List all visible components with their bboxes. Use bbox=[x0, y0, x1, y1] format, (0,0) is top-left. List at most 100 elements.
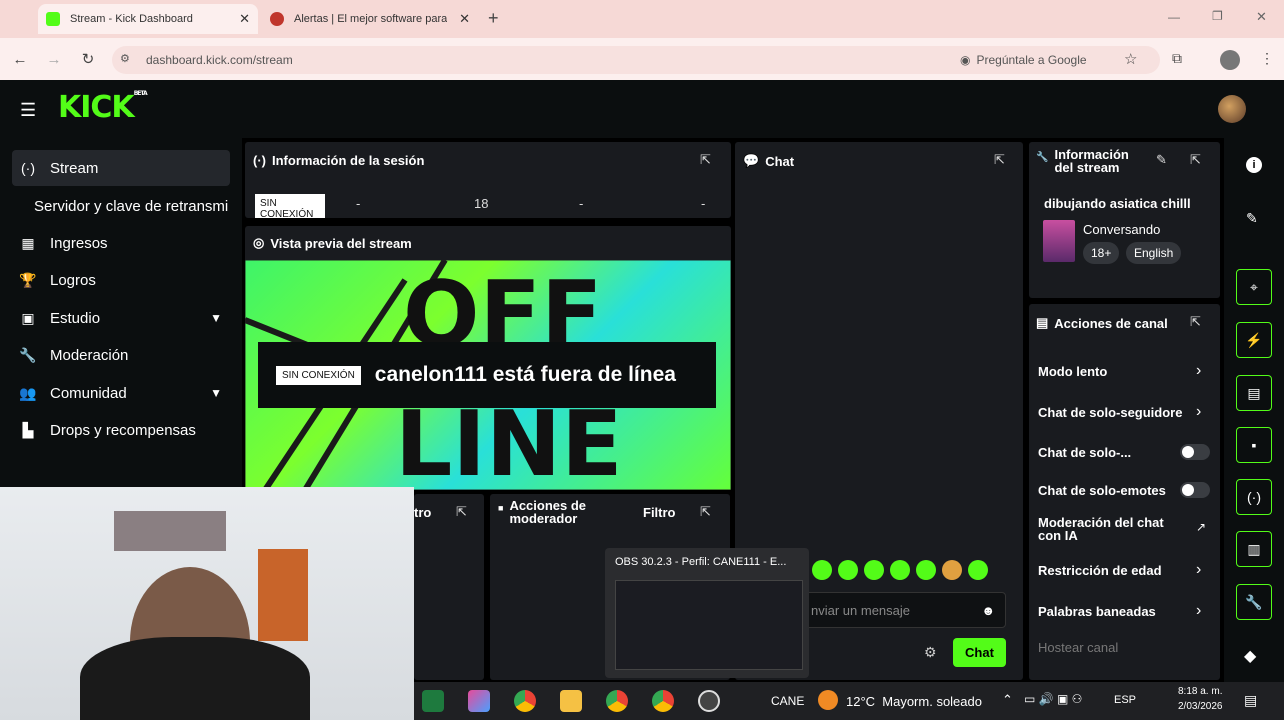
shapes-icon[interactable]: ◆ bbox=[1244, 646, 1256, 666]
popout-icon[interactable]: ⇱ bbox=[994, 152, 1005, 168]
stream-info-header: 🔧 Información del stream bbox=[1036, 147, 1129, 175]
emote-icon[interactable] bbox=[890, 560, 910, 580]
sidebar-item-drops[interactable]: ▙ Drops y recompensas bbox=[12, 412, 230, 448]
chevron-right-icon[interactable]: › bbox=[1196, 362, 1201, 380]
taskbar-user-label[interactable]: CANE bbox=[771, 694, 804, 708]
emote-icon[interactable] bbox=[968, 560, 988, 580]
lower-left-panel bbox=[414, 494, 484, 680]
emote-icon[interactable] bbox=[812, 560, 832, 580]
lightning-icon[interactable]: ⚡ bbox=[1236, 322, 1272, 358]
popout-icon[interactable]: ⇱ bbox=[456, 504, 467, 520]
sidebar-item-comunidad[interactable]: 👥 Comunidad ▼ bbox=[12, 375, 230, 411]
emote-icon[interactable] bbox=[864, 560, 884, 580]
document-icon[interactable]: ▤ bbox=[1236, 375, 1272, 411]
extensions-icon[interactable]: ⧉ bbox=[1172, 50, 1182, 67]
chat-message-input[interactable]: nviar un mensaje ☻ bbox=[800, 592, 1006, 628]
wrench-icon[interactable]: 🔧 bbox=[1236, 584, 1272, 620]
obs-icon[interactable] bbox=[698, 690, 720, 712]
clock-date[interactable]: 2/03/2026 bbox=[1178, 701, 1223, 712]
language-indicator[interactable]: ESP bbox=[1114, 694, 1136, 706]
tab-stream-dashboard[interactable]: Stream - Kick Dashboard ✕ bbox=[38, 4, 258, 34]
sidebar-item-estudio[interactable]: ▣ Estudio ▼ bbox=[12, 300, 230, 336]
obs-preview-popup[interactable]: OBS 30.2.3 - Perfil: CANE111 - E... bbox=[605, 548, 809, 678]
popout-icon[interactable]: ⇱ bbox=[700, 504, 711, 520]
filter-label-partial[interactable]: tro bbox=[414, 505, 431, 520]
offline-art-bottom: LINE bbox=[395, 392, 623, 490]
chevron-right-icon[interactable]: › bbox=[1196, 403, 1201, 421]
window-close-icon[interactable]: ✕ bbox=[1256, 9, 1267, 25]
minimize-icon[interactable]: — bbox=[1168, 10, 1180, 24]
edit-pencil-icon[interactable]: ✎ bbox=[1156, 152, 1167, 168]
info-icon[interactable]: i bbox=[1246, 157, 1262, 173]
external-link-icon[interactable]: ↗ bbox=[1196, 520, 1206, 534]
emote-icon[interactable] bbox=[916, 560, 936, 580]
sidebar-item-moderacion[interactable]: 🔧 Moderación bbox=[12, 337, 230, 373]
tag-badge: English bbox=[1126, 242, 1182, 264]
close-tab-icon[interactable]: ✕ bbox=[239, 11, 250, 27]
close-tab-icon[interactable]: ✕ bbox=[459, 11, 470, 27]
subs-only-toggle[interactable] bbox=[1180, 444, 1210, 460]
chevron-right-icon[interactable]: › bbox=[1196, 561, 1201, 579]
layout-icon[interactable]: ▥ bbox=[1236, 531, 1272, 567]
maximize-icon[interactable]: ❐ bbox=[1212, 9, 1223, 23]
tray-chevron-up-icon[interactable]: ⌃ bbox=[1002, 692, 1013, 708]
clock-time[interactable]: 8:18 a. m. bbox=[1178, 686, 1222, 697]
broadcast-icon: (·) bbox=[21, 160, 35, 176]
reload-icon[interactable]: ↻ bbox=[78, 50, 98, 70]
wrench-icon: 🔧 bbox=[19, 346, 37, 363]
weather-icon[interactable] bbox=[818, 690, 838, 710]
sidebar-item-ingresos[interactable]: ▦ Ingresos bbox=[12, 225, 230, 261]
chrome-profile-icon[interactable] bbox=[606, 690, 628, 712]
camera-focus-icon[interactable]: ⌖ bbox=[1236, 269, 1272, 305]
back-icon[interactable]: ← bbox=[10, 50, 30, 70]
edit-pencil-icon[interactable]: ✎ bbox=[1246, 210, 1258, 227]
chevron-down-icon: ▼ bbox=[210, 386, 222, 400]
sidebar-item-server-key[interactable]: Servidor y clave de retransmi bbox=[12, 188, 242, 224]
popout-icon[interactable]: ⇱ bbox=[1190, 314, 1201, 330]
emotes-only-item: Chat de solo-emotes bbox=[1038, 483, 1166, 498]
copilot-icon[interactable] bbox=[468, 690, 490, 712]
shield-icon: ■ bbox=[498, 503, 504, 513]
browser-menu-icon[interactable]: ⋮ bbox=[1260, 50, 1274, 67]
ai-moderation-item[interactable]: Moderación del chat con IA bbox=[1038, 516, 1178, 542]
chrome-icon[interactable] bbox=[514, 690, 536, 712]
chat-settings-gear-icon[interactable]: ⚙ bbox=[924, 644, 937, 661]
sidebar-item-logros[interactable]: 🏆 Logros bbox=[12, 262, 230, 298]
banned-words-item[interactable]: Palabras baneadas bbox=[1038, 604, 1156, 619]
hamburger-menu-icon[interactable]: ☰ bbox=[20, 100, 36, 121]
weather-text[interactable]: 12°C Mayorm. soleado bbox=[846, 694, 982, 709]
bookmark-star-icon[interactable]: ☆ bbox=[1124, 50, 1137, 68]
emote-icon[interactable] bbox=[942, 560, 962, 580]
chevron-right-icon[interactable]: › bbox=[1196, 602, 1201, 620]
filter-button[interactable]: Filtro bbox=[643, 505, 676, 520]
emote-icon[interactable] bbox=[838, 560, 858, 580]
new-tab-icon[interactable]: + bbox=[488, 8, 499, 29]
tab-alertas[interactable]: Alertas | El mejor software para ✕ bbox=[262, 4, 478, 34]
offline-banner: SIN CONEXIÓN canelon111 está fuera de lí… bbox=[258, 342, 716, 408]
forward-icon[interactable]: → bbox=[44, 50, 64, 70]
slow-mode-item[interactable]: Modo lento bbox=[1038, 364, 1107, 379]
followers-only-item[interactable]: Chat de solo-seguidore bbox=[1038, 405, 1188, 420]
chrome-active-icon[interactable] bbox=[652, 690, 674, 712]
user-avatar[interactable] bbox=[1218, 95, 1246, 123]
chevron-down-icon: ▼ bbox=[210, 311, 222, 325]
host-channel-item[interactable]: Hostear canal bbox=[1038, 640, 1118, 655]
popout-icon[interactable]: ⇱ bbox=[1190, 152, 1201, 168]
age-restriction-item[interactable]: Restricción de edad bbox=[1038, 563, 1162, 578]
chat-send-button[interactable]: Chat bbox=[953, 638, 1006, 667]
chat-bubble-icon[interactable]: ▪ bbox=[1236, 427, 1272, 463]
site-settings-icon[interactable]: ⚙ bbox=[120, 52, 130, 65]
wrench-icon: 🔧 bbox=[1036, 152, 1049, 163]
ask-google-button[interactable]: ◉ Pregúntale a Google bbox=[960, 48, 1087, 72]
sidebar-item-stream[interactable]: (·) Stream bbox=[12, 150, 230, 186]
tray-icons[interactable]: ▭ 🔊 ▣ ⚇ bbox=[1024, 692, 1082, 706]
profile-avatar[interactable] bbox=[1220, 50, 1240, 70]
excel-icon[interactable] bbox=[422, 690, 444, 712]
notifications-icon[interactable]: ▤ bbox=[1244, 692, 1257, 709]
broadcast-icon[interactable]: (·) bbox=[1236, 479, 1272, 515]
kick-logo[interactable]: KICKBETA bbox=[58, 90, 148, 125]
file-explorer-icon[interactable] bbox=[560, 690, 582, 712]
emoji-icon[interactable]: ☻ bbox=[981, 603, 995, 618]
popout-icon[interactable]: ⇱ bbox=[700, 152, 711, 168]
emotes-only-toggle[interactable] bbox=[1180, 482, 1210, 498]
